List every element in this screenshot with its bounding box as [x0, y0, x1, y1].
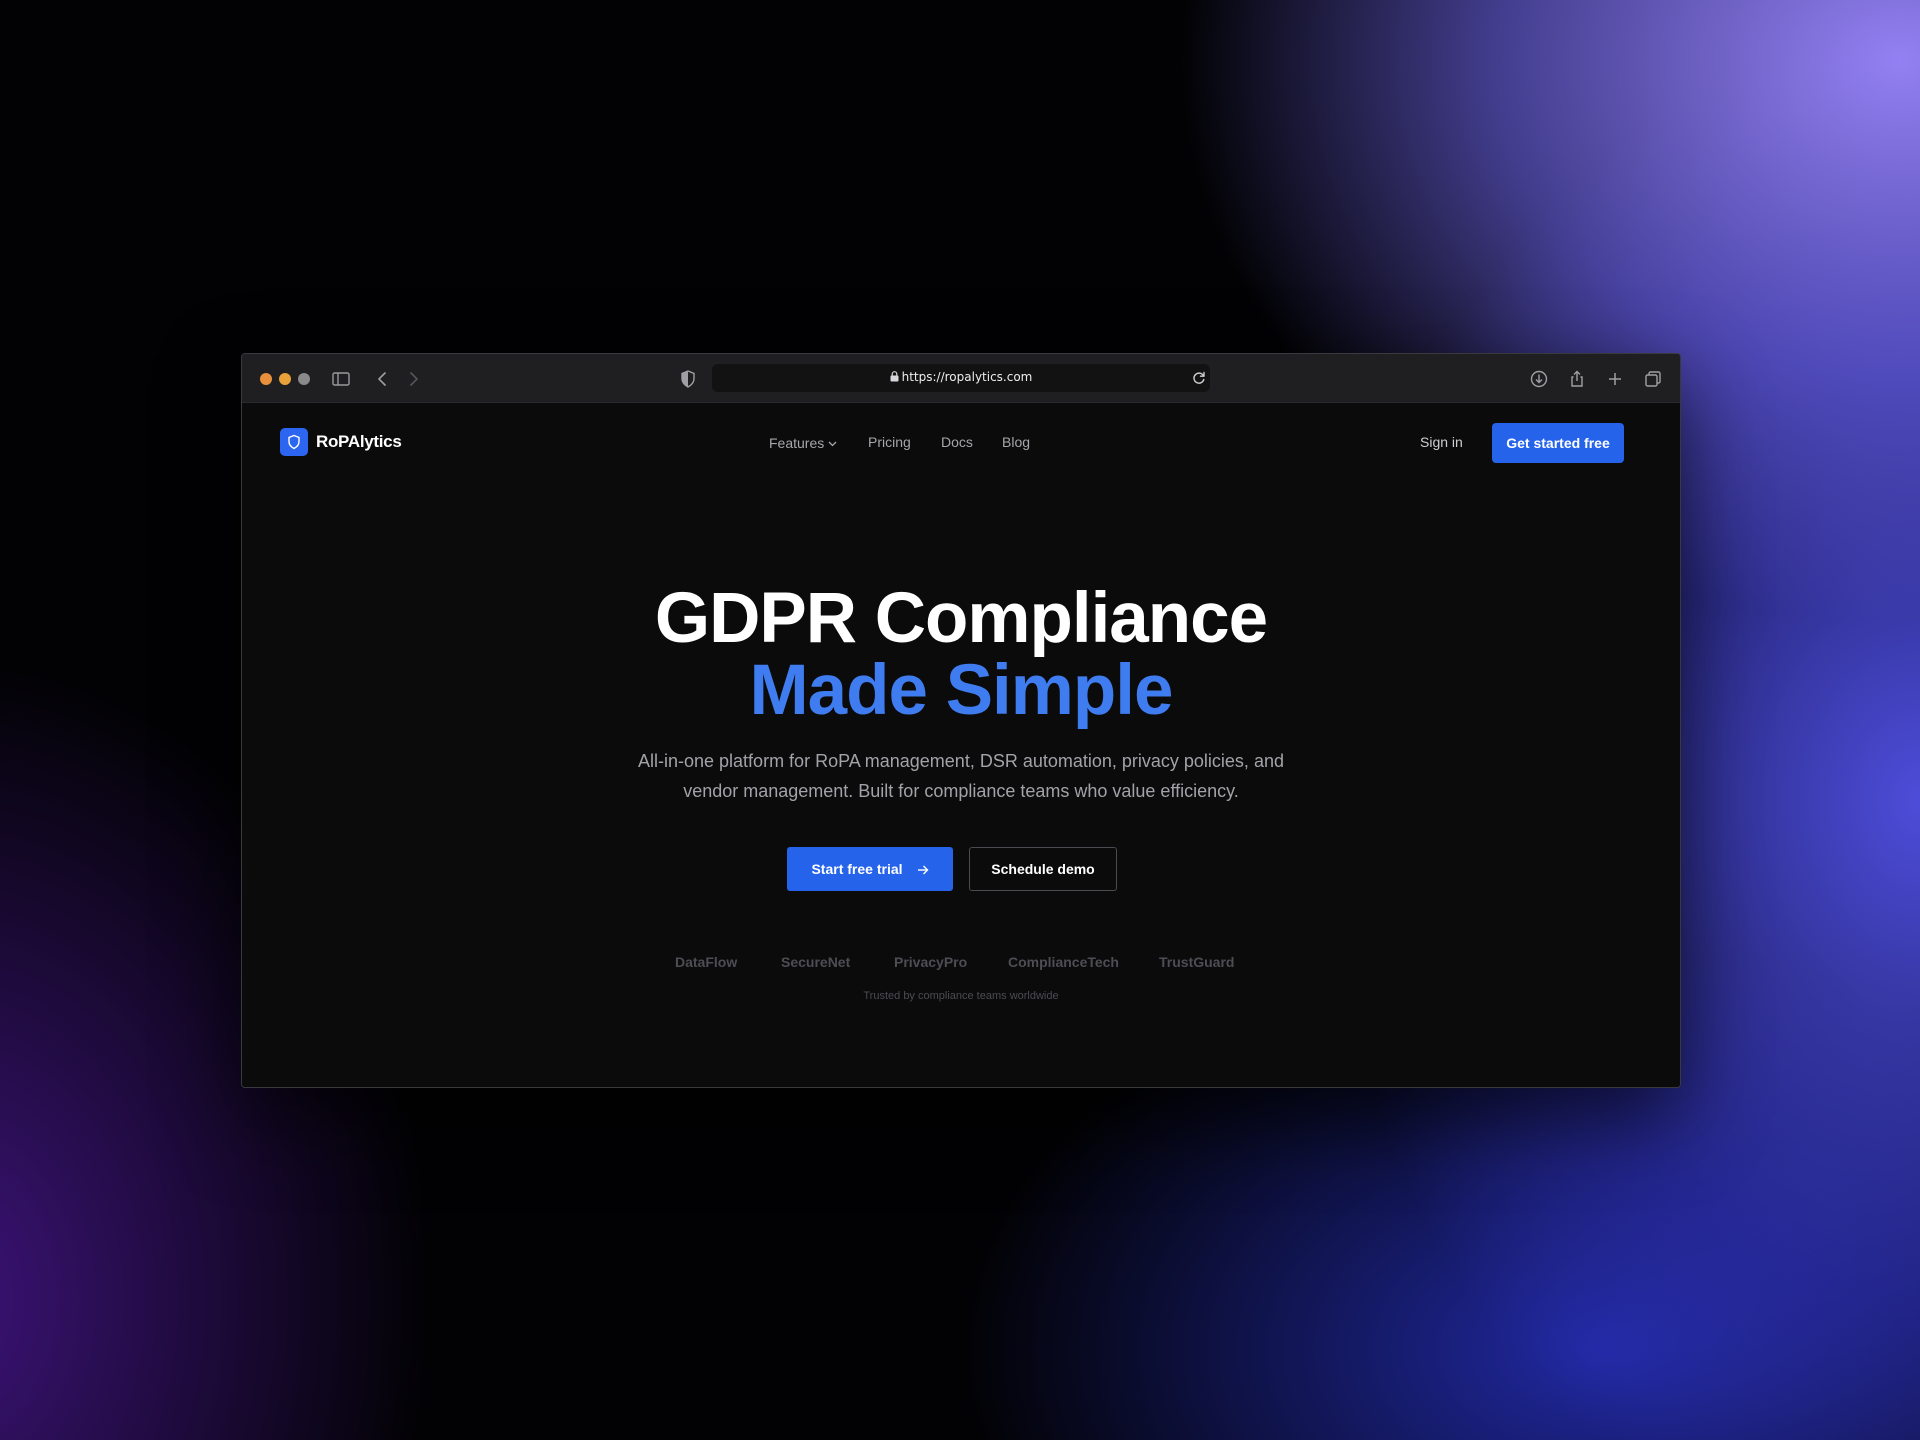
zoom-window-button[interactable] — [298, 373, 310, 385]
partner-logo-privacypro: PrivacyPro — [894, 954, 968, 970]
minimize-window-button[interactable] — [279, 373, 291, 385]
hero-subtitle-line-2: vendor management. Built for compliance … — [683, 781, 1239, 801]
browser-window: https://ropalytics.com RoPAlytics Featur… — [241, 353, 1681, 1088]
shield-half-icon[interactable] — [677, 368, 699, 390]
partner-logo-trustguard: TrustGuard — [1159, 954, 1235, 970]
nav-features-label: Features — [769, 435, 825, 451]
plus-icon[interactable] — [1604, 368, 1626, 390]
nav-docs[interactable]: Docs — [941, 434, 973, 450]
arrow-right-icon — [917, 849, 929, 893]
start-free-trial-button[interactable]: Start free trial — [787, 847, 953, 891]
schedule-demo-button[interactable]: Schedule demo — [969, 847, 1117, 891]
chevron-right-icon[interactable] — [402, 368, 424, 390]
partner-logo-dataflow: DataFlow — [675, 954, 738, 970]
browser-toolbar: https://ropalytics.com — [242, 354, 1680, 403]
landing-page: RoPAlytics Features Pricing Docs Blog Si… — [242, 403, 1680, 1087]
get-started-button[interactable]: Get started free — [1492, 423, 1624, 463]
hero-title-accent: Made Simple — [749, 651, 1173, 730]
tabs-overview-icon[interactable] — [1642, 368, 1664, 390]
address-bar[interactable]: https://ropalytics.com — [712, 364, 1210, 392]
hero-subtitle-line-1: All-in-one platform for RoPA management,… — [638, 751, 1284, 771]
partner-logo-securenet: SecureNet — [781, 954, 851, 970]
share-icon[interactable] — [1566, 368, 1588, 390]
hero-title: GDPR Compliance — [654, 579, 1268, 658]
start-free-trial-label: Start free trial — [811, 861, 903, 877]
url-text: https://ropalytics.com — [901, 370, 1033, 384]
brand-logo[interactable] — [280, 428, 308, 456]
shield-icon — [288, 434, 300, 450]
reload-icon[interactable] — [1188, 367, 1210, 389]
nav-pricing[interactable]: Pricing — [868, 434, 911, 450]
chevron-down-icon — [828, 434, 837, 450]
lock-icon — [890, 371, 899, 385]
trusted-caption: Trusted by compliance teams worldwide — [863, 990, 1059, 1002]
url-display: https://ropalytics.com — [712, 370, 1210, 385]
chevron-left-icon[interactable] — [372, 368, 394, 390]
download-icon[interactable] — [1528, 368, 1550, 390]
hero-subtitle: All-in-one platform for RoPA management,… — [612, 746, 1310, 806]
nav-blog[interactable]: Blog — [1002, 434, 1030, 450]
brand-name[interactable]: RoPAlytics — [316, 432, 402, 452]
partner-logo-compliancetech: ComplianceTech — [1008, 954, 1119, 970]
close-window-button[interactable] — [260, 373, 272, 385]
sidebar-icon[interactable] — [330, 368, 352, 390]
nav-features[interactable]: Features — [769, 434, 837, 451]
sign-in-link[interactable]: Sign in — [1420, 434, 1463, 450]
